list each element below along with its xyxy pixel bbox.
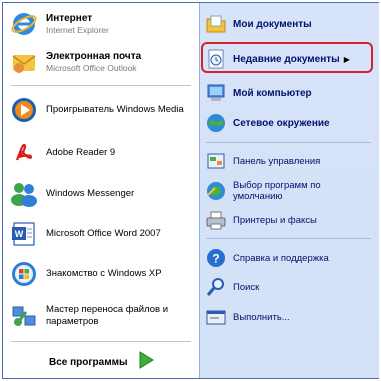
svg-text:?: ? (212, 252, 219, 266)
start-item-title: Интернет (46, 13, 93, 24)
all-programs-area: Все программы (3, 341, 199, 378)
places-item-printers[interactable]: Принтеры и факсы (205, 207, 317, 233)
start-item-subtitle: Microsoft Office Outlook (46, 63, 137, 73)
start-item-subtitle: Internet Explorer (46, 25, 109, 35)
places-item-label: Выбор программ по умолчанию (233, 180, 321, 202)
start-item-windows-tour[interactable]: Знакомство с Windows XP (3, 256, 162, 292)
help-icon: ? (205, 247, 227, 269)
printer-icon (205, 209, 227, 231)
places-panel: Мои документы Недавние документы ▶ Мой к… (199, 3, 379, 378)
svg-text:W: W (15, 229, 24, 239)
start-item-label: Adobe Reader 9 (46, 147, 116, 158)
places-item-help[interactable]: ? Справка и поддержка (205, 245, 329, 271)
outlook-icon (8, 46, 40, 78)
places-item-label: Справка и поддержка (233, 252, 329, 264)
places-item-label: Принтеры и факсы (233, 214, 317, 226)
start-item-messenger[interactable]: Windows Messenger (3, 175, 134, 213)
start-item-title: Электронная почта (46, 51, 142, 62)
divider (11, 85, 191, 86)
start-item-transfer-wizard[interactable]: Мастер переноса файлов и параметров (3, 297, 186, 335)
search-icon (205, 276, 227, 298)
windows-tour-icon (8, 258, 40, 290)
start-item-label: Microsoft Office Word 2007 (46, 228, 161, 239)
start-item-word[interactable]: W Microsoft Office Word 2007 (3, 216, 161, 252)
windows-messenger-icon (8, 178, 40, 210)
my-computer-icon (205, 82, 227, 104)
start-menu: Интернет Internet Explorer Электронная п… (2, 2, 379, 379)
submenu-arrow-icon: ▶ (343, 54, 350, 64)
places-item-control-panel[interactable]: Панель управления (205, 148, 320, 174)
pinned-programs-panel: Интернет Internet Explorer Электронная п… (3, 3, 199, 343)
green-arrow-icon (138, 351, 154, 374)
places-item-run[interactable]: Выполнить... (205, 304, 290, 330)
places-item-label: Мой компьютер (233, 87, 312, 99)
transfer-wizard-icon (8, 300, 40, 332)
places-item-my-computer[interactable]: Мой компьютер (205, 80, 312, 106)
divider (206, 142, 371, 143)
recent-documents-icon (205, 48, 227, 70)
places-item-label: Сетевое окружение (233, 117, 330, 129)
all-programs-label: Все программы (49, 356, 128, 368)
start-item-label: Windows Messenger (46, 188, 135, 199)
internet-explorer-icon (8, 8, 40, 40)
start-item-internet[interactable]: Интернет Internet Explorer (3, 7, 109, 41)
windows-media-player-icon (8, 94, 40, 126)
adobe-reader-icon (8, 137, 40, 169)
places-item-label: Недавние документы (233, 53, 340, 65)
places-item-search[interactable]: Поиск (205, 274, 259, 300)
places-item-label: Мои документы (233, 18, 312, 30)
places-item-label: Панель управления (233, 155, 321, 167)
control-panel-icon (205, 150, 227, 172)
places-item-label: Выполнить... (233, 311, 290, 323)
start-item-label: Знакомство с Windows XP (46, 268, 162, 279)
places-item-label: Поиск (233, 281, 260, 293)
word-icon: W (8, 218, 40, 250)
start-item-label: Мастер переноса файлов и параметров (46, 304, 169, 327)
places-item-recent-documents[interactable]: Недавние документы ▶ (205, 46, 350, 72)
places-item-network[interactable]: Сетевое окружение (205, 110, 330, 136)
start-item-label: Проигрыватель Windows Media (46, 104, 184, 115)
divider (11, 341, 191, 342)
start-item-adobe-reader[interactable]: Adobe Reader 9 (3, 135, 115, 171)
my-documents-icon (205, 13, 227, 35)
network-places-icon (205, 112, 227, 134)
start-item-email[interactable]: Электронная почта Microsoft Office Outlo… (3, 45, 141, 79)
default-programs-icon (205, 180, 227, 202)
places-item-my-documents[interactable]: Мои документы (205, 11, 312, 37)
all-programs-button[interactable]: Все программы (49, 351, 154, 374)
places-item-default-programs[interactable]: Выбор программ по умолчанию (205, 176, 353, 206)
start-item-media-player[interactable]: Проигрыватель Windows Media (3, 90, 186, 130)
divider (206, 238, 371, 239)
run-icon (205, 306, 227, 328)
